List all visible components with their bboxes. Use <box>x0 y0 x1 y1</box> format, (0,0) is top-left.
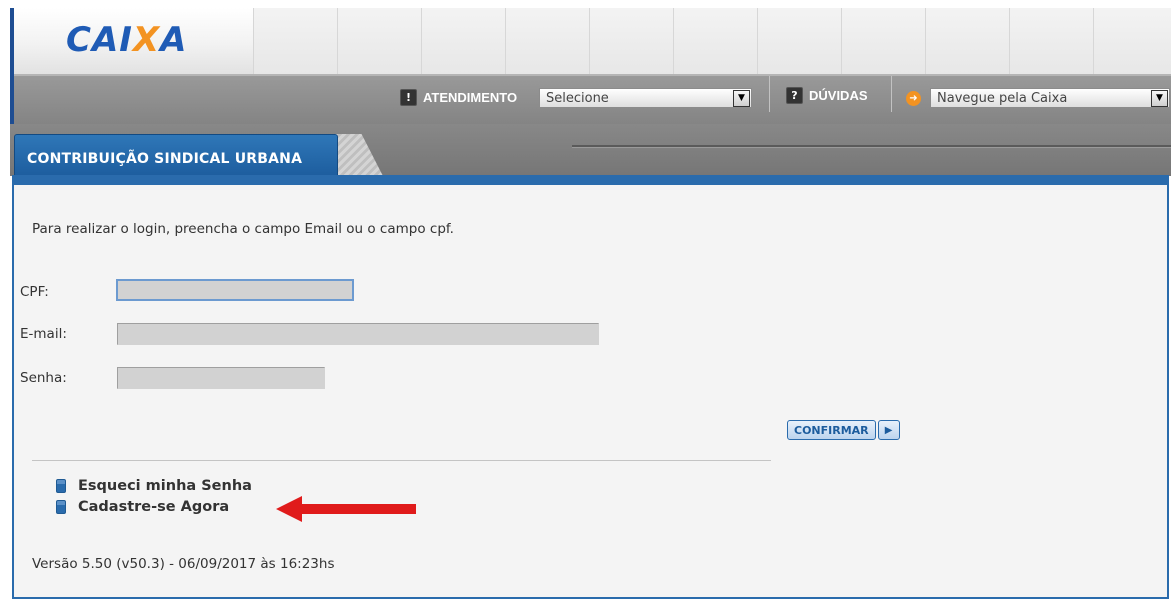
tab-line <box>572 145 1171 148</box>
navegue-select[interactable]: Navegue pela Caixa ▼ <box>930 88 1170 108</box>
forgot-password-link[interactable]: Esqueci minha Senha <box>56 478 252 494</box>
tab-contribuicao-sindical[interactable]: CONTRIBUIÇÃO SINDICAL URBANA <box>14 134 338 178</box>
exclamation-icon: ! <box>400 89 417 106</box>
header-cell <box>506 8 590 74</box>
bullet-icon <box>56 479 66 493</box>
header-cell <box>590 8 674 74</box>
logo-a: A <box>160 20 188 60</box>
cpf-label: CPF: <box>20 284 49 300</box>
header-cell <box>1094 8 1171 74</box>
header-cell <box>758 8 842 74</box>
bullet-icon <box>56 500 66 514</box>
header-cells <box>254 8 1171 74</box>
logo[interactable]: CAIXA <box>14 8 254 74</box>
email-label: E-mail: <box>20 326 67 342</box>
header-cell <box>254 8 338 74</box>
red-arrow-shape <box>276 496 416 522</box>
nav-separator <box>769 76 770 112</box>
atendimento-label: ATENDIMENTO <box>423 90 518 105</box>
atendimento-select[interactable]: Selecione ▼ <box>539 88 752 108</box>
confirm-group: CONFIRMAR ▶ <box>787 420 900 440</box>
navegue-nav: ➜ <box>906 91 921 106</box>
header-cell <box>926 8 1010 74</box>
tab-title: CONTRIBUIÇÃO SINDICAL URBANA <box>27 151 303 167</box>
nav-bar-top-band <box>14 74 1171 76</box>
header-cell <box>842 8 926 74</box>
email-input[interactable] <box>117 323 599 345</box>
confirm-button[interactable]: CONFIRMAR <box>787 420 876 440</box>
chevron-down-icon[interactable]: ▼ <box>1151 89 1168 107</box>
header-top: CAIXA <box>10 8 1171 74</box>
atendimento-nav: ! ATENDIMENTO <box>400 89 517 106</box>
arrow-right-icon: ➜ <box>906 91 921 106</box>
play-icon[interactable]: ▶ <box>877 420 900 440</box>
navegue-select-value: Navegue pela Caixa <box>937 90 1068 106</box>
logo-caix: CAI <box>66 20 133 60</box>
header-cell <box>1010 8 1094 74</box>
duvidas-label: DÚVIDAS <box>809 88 868 103</box>
forgot-password-text: Esqueci minha Senha <box>78 478 252 494</box>
chevron-down-icon[interactable]: ▼ <box>733 89 750 107</box>
register-link[interactable]: Cadastre-se Agora <box>56 499 229 515</box>
nav-separator <box>891 76 892 112</box>
red-arrow-annotation-icon <box>276 496 416 522</box>
header-cell <box>422 8 506 74</box>
header-cell <box>674 8 758 74</box>
senha-label: Senha: <box>20 370 67 386</box>
version-text: Versão 5.50 (v50.3) - 06/09/2017 às 16:2… <box>32 556 335 572</box>
senha-input[interactable] <box>117 367 325 389</box>
duvidas-nav[interactable]: ? DÚVIDAS <box>786 87 868 104</box>
divider <box>32 460 771 461</box>
question-icon: ? <box>786 87 803 104</box>
logo-x: X <box>132 20 161 60</box>
logo-text: CAIXA <box>66 20 187 60</box>
login-instruction: Para realizar o login, preencha o campo … <box>32 221 454 237</box>
cpf-input[interactable] <box>116 279 354 301</box>
atendimento-select-value: Selecione <box>546 90 609 106</box>
register-text: Cadastre-se Agora <box>78 499 230 515</box>
header-cell <box>338 8 422 74</box>
